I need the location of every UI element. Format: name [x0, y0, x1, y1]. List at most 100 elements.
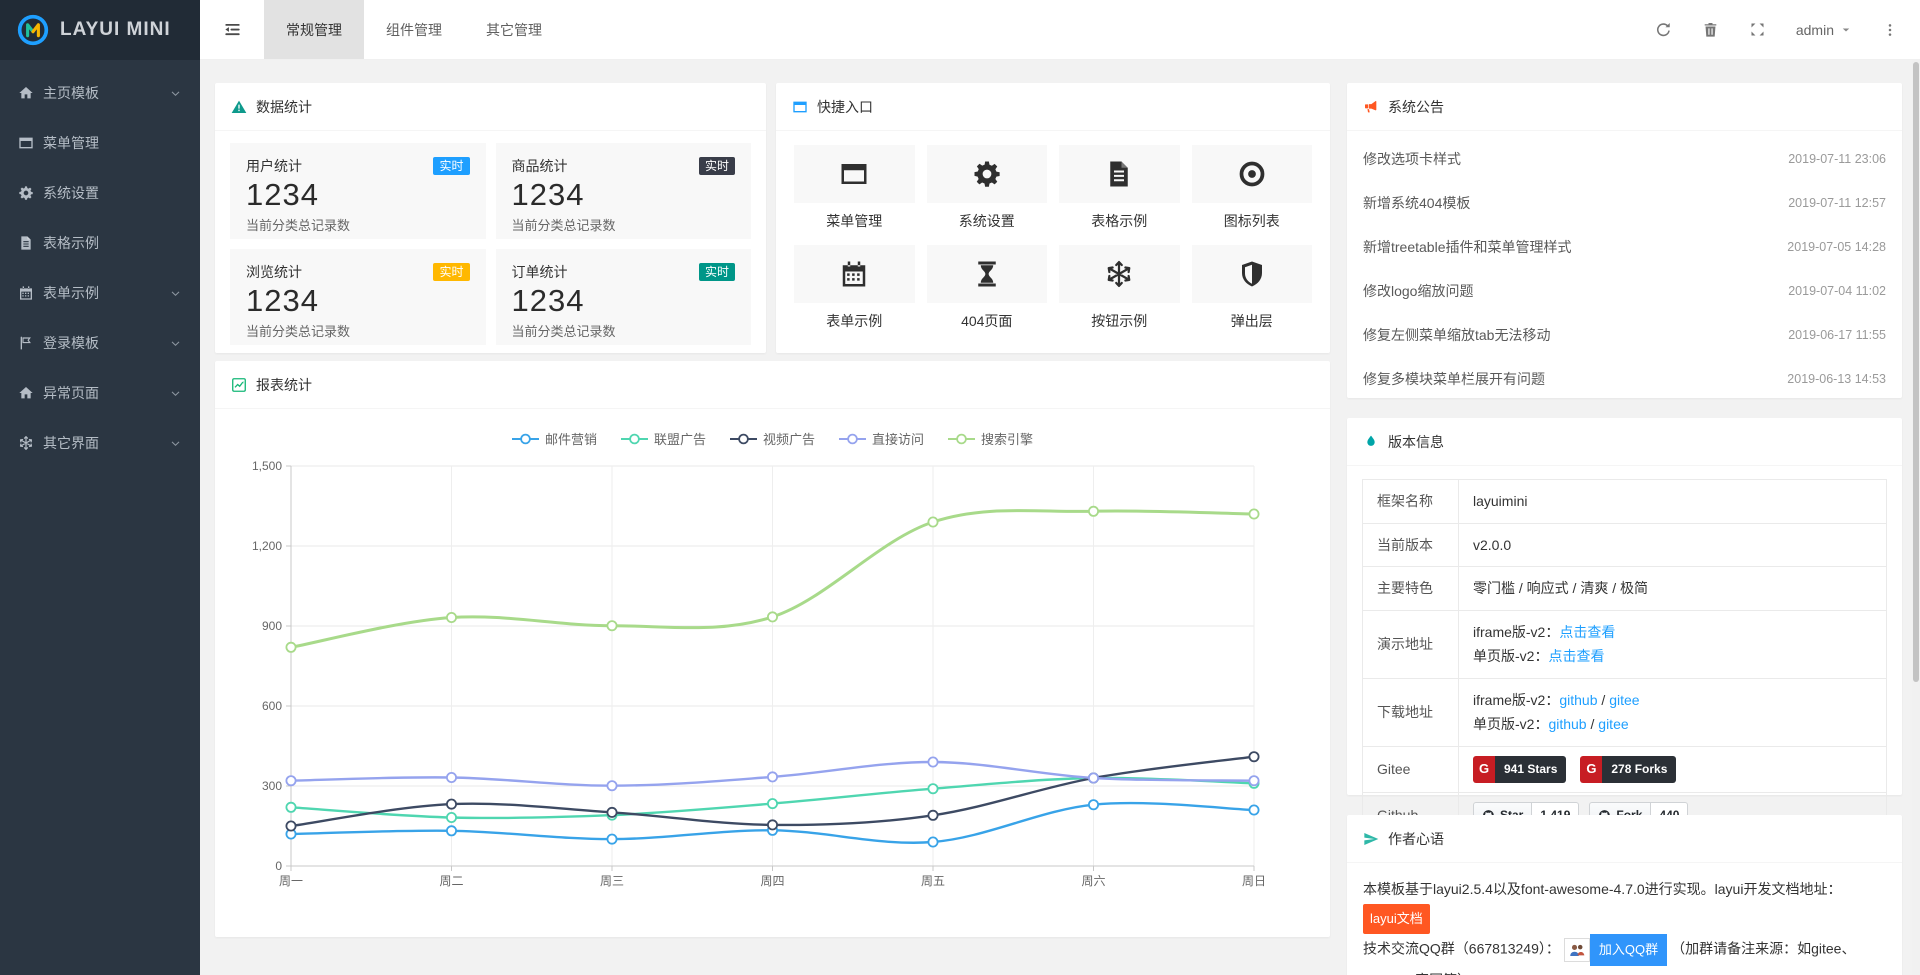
refresh-icon[interactable] — [1655, 21, 1672, 38]
announcement-row[interactable]: 新增treetable插件和菜单管理样式2019-07-05 14:28 — [1347, 225, 1902, 269]
fullscreen-icon[interactable] — [1749, 21, 1766, 38]
logo[interactable]: LAYUI MINI — [0, 0, 200, 60]
sidebar-nav: 主页模板菜单管理系统设置表格示例表单示例登录模板异常页面其它界面 — [0, 60, 200, 468]
trash-icon[interactable] — [1702, 21, 1719, 38]
stat-box: 商品统计实时1234当前分类总记录数 — [496, 143, 752, 239]
gitee-logo-icon: G — [1580, 756, 1602, 783]
quick-entry-item[interactable]: 404页面 — [927, 245, 1048, 331]
quick-entry-item[interactable]: 弹出层 — [1192, 245, 1313, 331]
version-link[interactable]: 点击查看 — [1548, 648, 1604, 664]
x-tick-label: 周二 — [439, 874, 463, 888]
sidebar-item[interactable]: 其它界面 — [0, 418, 200, 468]
chart-data-point[interactable] — [768, 799, 777, 808]
legend-item[interactable]: 联盟广告 — [621, 429, 706, 448]
chart-data-point[interactable] — [1249, 805, 1258, 814]
chart-data-point[interactable] — [447, 800, 456, 809]
quick-entry-item[interactable]: 按钮示例 — [1059, 245, 1180, 331]
join-qq-button[interactable]: 加入QQ群 — [1564, 934, 1667, 966]
legend-marker — [839, 433, 866, 445]
chart-data-point[interactable] — [768, 820, 777, 829]
quick-entry-item[interactable]: 表单示例 — [794, 245, 915, 331]
chart-data-point[interactable] — [447, 613, 456, 622]
legend-marker — [621, 433, 648, 445]
chart-data-point[interactable] — [1089, 800, 1098, 809]
chart-data-point[interactable] — [286, 776, 295, 785]
chart-data-point[interactable] — [607, 621, 616, 630]
chart-data-point[interactable] — [286, 803, 295, 812]
quick-entry-item[interactable]: 菜单管理 — [794, 145, 915, 231]
gears-icon — [18, 185, 34, 201]
gitee-badge-text: 941 Stars — [1495, 756, 1566, 783]
stat-value: 1234 — [246, 177, 470, 213]
tab-2[interactable]: 组件管理 — [364, 0, 464, 59]
chart-data-point[interactable] — [928, 784, 937, 793]
top-header: 常规管理组件管理其它管理 admin — [200, 0, 1920, 60]
chart-data-point[interactable] — [607, 781, 616, 790]
chart-data-point[interactable] — [928, 811, 937, 820]
chart-data-point[interactable] — [286, 821, 295, 830]
legend-item[interactable]: 邮件营销 — [512, 429, 597, 448]
chart-data-point[interactable] — [1089, 773, 1098, 782]
announcement-row[interactable]: 修改选项卡样式2019-07-11 23:06 — [1347, 137, 1902, 181]
user-menu[interactable]: admin — [1796, 22, 1852, 38]
sidebar-item[interactable]: 表单示例 — [0, 268, 200, 318]
quick-entry-item[interactable]: 表格示例 — [1059, 145, 1180, 231]
menu-fold-icon[interactable] — [200, 0, 264, 59]
chart-data-point[interactable] — [1089, 507, 1098, 516]
version-link[interactable]: 点击查看 — [1559, 624, 1615, 640]
version-link[interactable]: gitee — [1609, 692, 1639, 708]
scrollbar-thumb[interactable] — [1913, 62, 1919, 682]
chart-data-point[interactable] — [928, 837, 937, 846]
sidebar-item[interactable]: 表格示例 — [0, 218, 200, 268]
chart-data-point[interactable] — [447, 813, 456, 822]
sidebar-item-label: 登录模板 — [43, 333, 160, 353]
chart-data-point[interactable] — [1249, 509, 1258, 518]
announcement-row[interactable]: 修复多模块菜单栏展开有问题2019-06-13 14:53 — [1347, 357, 1902, 401]
tab-3[interactable]: 其它管理 — [464, 0, 564, 59]
sidebar-item[interactable]: 系统设置 — [0, 168, 200, 218]
tab-1[interactable]: 常规管理 — [264, 0, 364, 59]
quick-entry-item[interactable]: 系统设置 — [927, 145, 1048, 231]
sidebar-item[interactable]: 登录模板 — [0, 318, 200, 368]
gitee-badge[interactable]: G278 Forks — [1580, 756, 1676, 783]
announcement-text: 修改选项卡样式 — [1363, 149, 1461, 169]
chart-data-point[interactable] — [1249, 752, 1258, 761]
legend-item[interactable]: 搜索引擎 — [948, 429, 1033, 448]
version-link[interactable]: github — [1559, 692, 1597, 708]
chart-data-point[interactable] — [768, 612, 777, 621]
report-chart-card: 报表统计 邮件营销联盟广告视频广告直接访问搜索引擎 03006009001,20… — [215, 361, 1330, 937]
version-info-card: 版本信息 框架名称layuimini当前版本v2.0.0主要特色零门槛 / 响应… — [1347, 418, 1902, 795]
chart-data-point[interactable] — [286, 643, 295, 652]
chart-data-point[interactable] — [447, 826, 456, 835]
status-badge: 实时 — [699, 157, 735, 175]
gitee-badge[interactable]: G941 Stars — [1473, 756, 1566, 783]
stat-label: 浏览统计 — [246, 262, 302, 282]
chart-data-point[interactable] — [768, 772, 777, 781]
menu-fold-icon — [223, 20, 242, 39]
legend-item[interactable]: 直接访问 — [839, 429, 924, 448]
more-vertical-icon[interactable] — [1882, 22, 1898, 38]
stat-desc: 当前分类总记录数 — [512, 321, 736, 340]
version-link[interactable]: gitee — [1598, 716, 1628, 732]
legend-item[interactable]: 视频广告 — [730, 429, 815, 448]
sidebar-item[interactable]: 菜单管理 — [0, 118, 200, 168]
chart-data-point[interactable] — [928, 517, 937, 526]
quick-entry-item[interactable]: 图标列表 — [1192, 145, 1313, 231]
layui-doc-badge[interactable]: layui文档 — [1363, 904, 1430, 935]
sidebar-item[interactable]: 异常页面 — [0, 368, 200, 418]
announcement-row[interactable]: 新增系统404模板2019-07-11 12:57 — [1347, 181, 1902, 225]
quick-entry-label: 表单示例 — [794, 311, 915, 331]
chart-data-point[interactable] — [607, 835, 616, 844]
announcement-row[interactable]: 修改logo缩放问题2019-07-04 11:02 — [1347, 269, 1902, 313]
chart-data-point[interactable] — [1249, 776, 1258, 785]
chart-data-point[interactable] — [928, 757, 937, 766]
version-link[interactable]: github — [1548, 716, 1586, 732]
chart-data-point[interactable] — [447, 773, 456, 782]
stat-value: 1234 — [246, 283, 470, 319]
report-chart: 03006009001,2001,500周一周二周三周四周五周六周日 — [215, 452, 1330, 909]
chart-data-point[interactable] — [607, 808, 616, 817]
sidebar-item[interactable]: 主页模板 — [0, 68, 200, 118]
vertical-scrollbar[interactable] — [1912, 60, 1920, 975]
announcement-row[interactable]: 修复左侧菜单缩放tab无法移动2019-06-17 11:55 — [1347, 313, 1902, 357]
layui-mini-logo-icon — [16, 13, 50, 47]
